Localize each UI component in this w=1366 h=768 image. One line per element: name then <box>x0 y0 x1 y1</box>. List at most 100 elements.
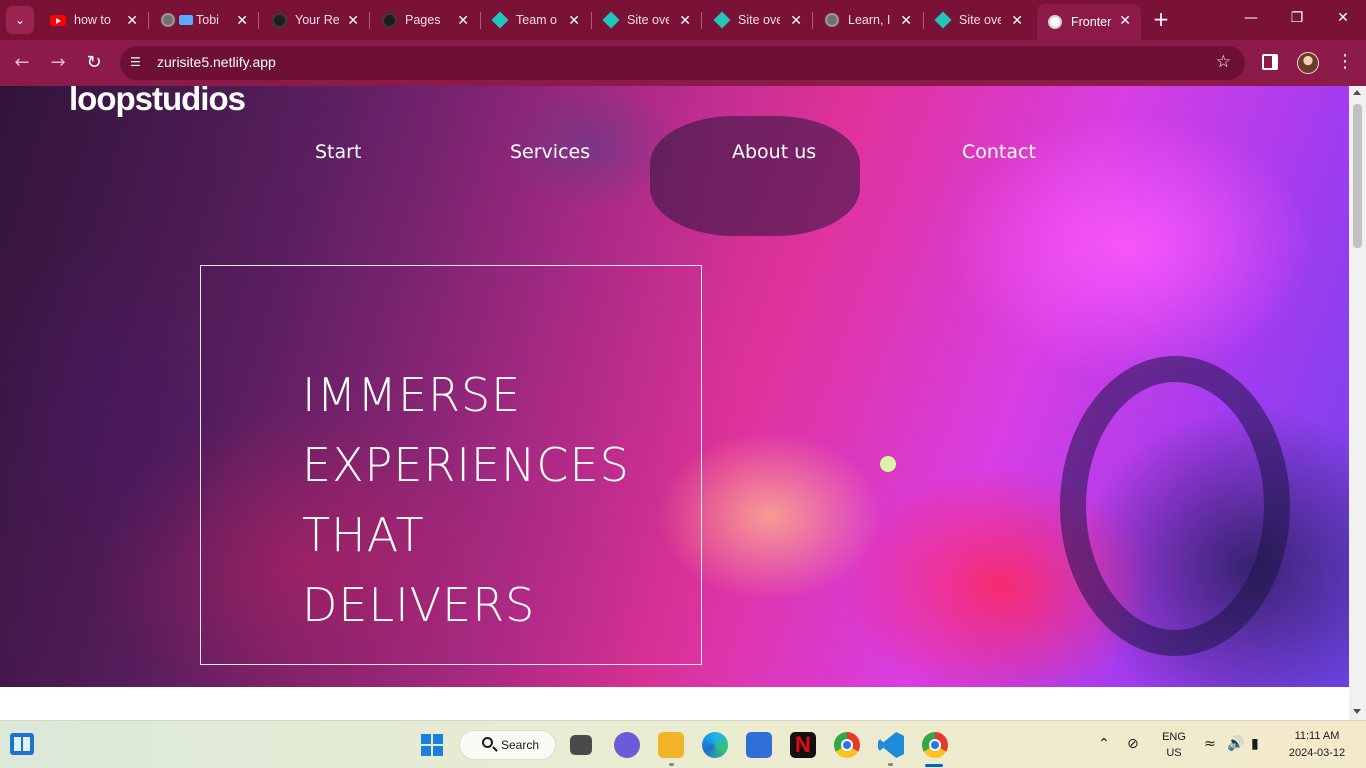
side-panel-icon[interactable] <box>1262 54 1278 70</box>
netlify-icon <box>602 11 620 29</box>
teams-icon[interactable] <box>614 732 640 758</box>
close-tab-icon[interactable]: ✕ <box>126 12 138 29</box>
tab-search-chevron-icon[interactable]: ⌄ <box>6 6 34 34</box>
hero-headline-line: DELIVERS <box>302 578 536 632</box>
github-icon <box>271 12 287 28</box>
wifi-icon[interactable]: ≈ <box>1204 736 1216 752</box>
browser-tabstrip: ⌄ how to ✕ Tobi ✕ Your Re ✕ Pages ✕ Team… <box>0 0 1366 40</box>
hero-headline-line: THAT <box>302 508 425 562</box>
hero-section: loopstudios Start Services About us Cont… <box>0 86 1349 687</box>
minimize-icon[interactable]: — <box>1241 10 1261 26</box>
battery-icon[interactable]: ▮ <box>1251 736 1259 752</box>
netflix-icon[interactable]: N <box>790 732 816 758</box>
search-icon <box>482 737 493 748</box>
chrome-icon[interactable] <box>922 732 948 758</box>
chrome-icon[interactable] <box>834 732 860 758</box>
page-viewport: loopstudios Start Services About us Cont… <box>0 86 1349 720</box>
close-tab-icon[interactable]: ✕ <box>347 12 359 29</box>
close-tab-icon[interactable]: ✕ <box>457 12 469 29</box>
kebab-menu-icon[interactable]: ⋮ <box>1336 52 1354 72</box>
moon-icon <box>1047 14 1063 30</box>
input-language[interactable]: ENG <box>1160 731 1188 743</box>
netlify-icon <box>934 11 952 29</box>
scroll-down-arrow-icon[interactable] <box>1353 709 1361 714</box>
browser-tab[interactable]: how to ✕ <box>40 4 150 36</box>
windows-start-icon[interactable] <box>421 734 443 756</box>
restore-icon[interactable]: ❐ <box>1287 10 1307 26</box>
hero-image-detail <box>650 116 860 236</box>
globe-icon <box>824 12 840 28</box>
tab-separator <box>923 12 924 29</box>
active-app-indicator <box>925 764 943 767</box>
tab-separator <box>701 12 702 29</box>
nav-link-contact[interactable]: Contact <box>962 141 1036 163</box>
browser-tab[interactable]: Site ove ✕ <box>593 4 703 36</box>
windows-taskbar: Search N ⌃ ⊘ ENG US ≈ 🔊 ▮ 11:11 AM 2024-… <box>0 720 1366 768</box>
nav-link-start[interactable]: Start <box>315 141 361 163</box>
edge-icon[interactable] <box>702 732 728 758</box>
browser-tab-active[interactable]: Fronter ✕ <box>1037 4 1141 40</box>
clock-date[interactable]: 2024-03-12 <box>1282 747 1352 759</box>
vscode-icon[interactable] <box>878 732 904 758</box>
netlify-icon <box>713 11 731 29</box>
microsoft-store-icon[interactable] <box>746 732 772 758</box>
browser-tab[interactable]: Tobi ✕ <box>150 4 260 36</box>
input-region[interactable]: US <box>1160 747 1188 759</box>
laptop-emoji-icon <box>178 12 194 28</box>
network-offline-icon[interactable]: ⊘ <box>1127 736 1139 752</box>
running-indicator <box>669 763 674 766</box>
address-bar[interactable]: ☰ zurisite5.netlify.app ☆ <box>120 46 1245 80</box>
site-info-tune-icon[interactable]: ☰ <box>130 55 146 71</box>
reload-icon[interactable]: ↻ <box>83 52 105 74</box>
page-scrollbar[interactable] <box>1349 86 1366 720</box>
close-tab-icon[interactable]: ✕ <box>236 12 248 29</box>
close-tab-icon[interactable]: ✕ <box>679 12 691 29</box>
tab-separator <box>591 12 592 29</box>
site-logo[interactable]: loopstudios <box>69 86 246 118</box>
tab-separator <box>258 12 259 29</box>
bookmark-star-icon[interactable]: ☆ <box>1216 52 1231 72</box>
hero-image-detail <box>1060 356 1290 656</box>
hero-image-detail <box>880 456 896 472</box>
scroll-up-arrow-icon[interactable] <box>1353 90 1361 95</box>
hero-headline-line: EXPERIENCES <box>302 438 630 492</box>
close-tab-icon[interactable]: ✕ <box>790 12 802 29</box>
tab-separator <box>148 12 149 29</box>
show-hidden-icons-chevron-icon[interactable]: ⌃ <box>1098 736 1110 752</box>
youtube-icon <box>50 12 66 28</box>
tab-separator <box>369 12 370 29</box>
nav-link-about-us[interactable]: About us <box>732 141 816 163</box>
forward-arrow-icon[interactable]: → <box>47 52 69 74</box>
hero-headline-line: IMMERSE <box>302 368 522 422</box>
taskbar-search-box[interactable]: Search <box>459 730 556 760</box>
back-arrow-icon[interactable]: ← <box>11 52 33 74</box>
browser-tab[interactable]: Site ove ✕ <box>925 4 1035 36</box>
close-window-icon[interactable]: ✕ <box>1333 10 1353 26</box>
tab-separator <box>480 12 481 29</box>
browser-tab[interactable]: Pages ✕ <box>371 4 481 36</box>
netlify-icon <box>491 11 509 29</box>
github-icon <box>381 12 397 28</box>
browser-tab[interactable]: Your Re ✕ <box>261 4 371 36</box>
globe-icon <box>160 12 176 28</box>
file-explorer-folder-icon[interactable] <box>658 732 684 758</box>
nav-link-services[interactable]: Services <box>510 141 590 163</box>
close-tab-icon[interactable]: ✕ <box>900 12 912 29</box>
close-tab-icon[interactable]: ✕ <box>1011 12 1023 29</box>
running-indicator <box>888 763 893 766</box>
clock-time[interactable]: 11:11 AM <box>1282 730 1352 742</box>
close-tab-icon[interactable]: ✕ <box>568 12 580 29</box>
browser-tab[interactable]: Team o ✕ <box>482 4 592 36</box>
close-tab-icon[interactable]: ✕ <box>1119 12 1131 29</box>
browser-tab[interactable]: Site ove ✕ <box>704 4 814 36</box>
browser-tab[interactable]: Learn, I ✕ <box>814 4 924 36</box>
browser-toolbar: ← → ↻ ☰ zurisite5.netlify.app ☆ ⋮ <box>0 40 1366 86</box>
task-view-icon[interactable] <box>570 735 592 755</box>
volume-icon[interactable]: 🔊 <box>1227 736 1244 752</box>
scrollbar-thumb[interactable] <box>1353 104 1362 248</box>
tab-separator <box>812 12 813 29</box>
profile-avatar[interactable] <box>1297 52 1319 74</box>
url-text[interactable]: zurisite5.netlify.app <box>157 54 276 70</box>
widgets-icon[interactable] <box>10 733 34 755</box>
new-tab-plus-icon[interactable]: + <box>1150 8 1172 30</box>
